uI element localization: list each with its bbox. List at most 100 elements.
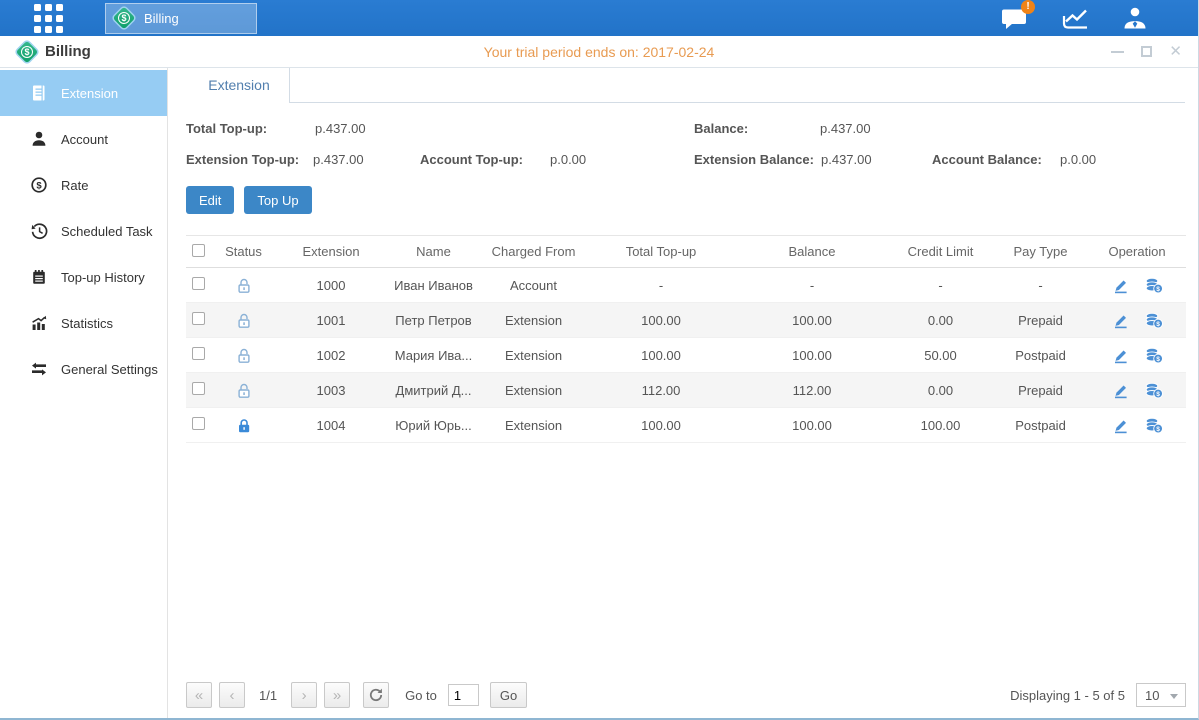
app-grid-menu-icon[interactable] <box>34 4 63 33</box>
edit-icon[interactable] <box>1112 347 1129 364</box>
notification-badge: ! <box>1021 0 1035 14</box>
table-header-row: Status Extension Name Charged From Total… <box>186 236 1186 268</box>
table-row: 1000 Иван Иванов Account - - - - <box>186 268 1186 303</box>
sidebar-item-topup-history[interactable]: Top-up History <box>0 254 167 300</box>
prev-page-button[interactable]: ‹ <box>219 682 245 708</box>
cell-charged-from: Account <box>481 268 586 303</box>
edit-icon[interactable] <box>1112 277 1129 294</box>
account-balance-label: Account Balance: <box>932 152 1042 167</box>
cell-name: Дмитрий Д... <box>386 373 481 408</box>
sidebar-item-label: Scheduled Task <box>61 224 153 239</box>
goto-page-input[interactable] <box>448 684 479 706</box>
taskbar-item-billing[interactable]: $ Billing <box>105 3 257 34</box>
cell-total-topup: 112.00 <box>586 373 736 408</box>
taskbar-item-label: Billing <box>144 11 179 26</box>
edit-icon[interactable] <box>1112 382 1129 399</box>
statistics-chart-icon[interactable] <box>1060 6 1090 31</box>
row-checkbox[interactable] <box>192 277 205 290</box>
next-page-button[interactable]: › <box>291 682 317 708</box>
account-person-icon <box>30 130 48 148</box>
topbar-status-icons: ! <box>1001 6 1148 31</box>
extension-table-wrap: Status Extension Name Charged From Total… <box>186 235 1198 443</box>
pagination-right: Displaying 1 - 5 of 5 10 <box>1010 683 1186 707</box>
col-credit-limit: Credit Limit <box>888 236 993 268</box>
action-buttons: Edit Top Up <box>186 186 1198 214</box>
go-button[interactable]: Go <box>490 682 527 708</box>
cell-extension: 1003 <box>276 373 386 408</box>
svg-text:$: $ <box>1156 356 1160 363</box>
statistics-bars-icon <box>30 314 48 332</box>
page-size-value: 10 <box>1145 688 1159 703</box>
svg-text:$: $ <box>1156 286 1160 293</box>
main-content: Extension Total Top-up: p.437.00 Balance… <box>168 68 1198 718</box>
col-operation: Operation <box>1088 236 1186 268</box>
close-icon[interactable]: ✕ <box>1169 46 1182 58</box>
last-page-button[interactable]: » <box>324 682 350 708</box>
maximize-icon[interactable] <box>1141 46 1152 57</box>
unlocked-icon <box>236 347 252 364</box>
topup-coins-icon[interactable]: $ <box>1145 277 1163 294</box>
sidebar-item-rate[interactable]: $ Rate <box>0 162 167 208</box>
cell-total-topup: 100.00 <box>586 408 736 443</box>
topup-coins-icon[interactable]: $ <box>1145 347 1163 364</box>
window-controls: ✕ <box>1111 46 1182 58</box>
cell-extension: 1001 <box>276 303 386 338</box>
col-pay-type: Pay Type <box>993 236 1088 268</box>
topup-button[interactable]: Top Up <box>244 186 311 214</box>
table-row: 1001 Петр Петров Extension 100.00 100.00… <box>186 303 1186 338</box>
table-row: 1003 Дмитрий Д... Extension 112.00 112.0… <box>186 373 1186 408</box>
unlocked-icon <box>236 277 252 294</box>
cell-name: Петр Петров <box>386 303 481 338</box>
trial-notice: Your trial period ends on: 2017-02-24 <box>0 44 1198 60</box>
first-page-button[interactable]: « <box>186 682 212 708</box>
pagination-bar: « ‹ 1/1 › » Go to Go Displaying 1 - 5 of… <box>186 682 1186 708</box>
sidebar-item-account[interactable]: Account <box>0 116 167 162</box>
topup-coins-icon[interactable]: $ <box>1145 382 1163 399</box>
select-all-checkbox[interactable] <box>192 244 205 257</box>
desktop-topbar: $ Billing ! <box>0 0 1198 36</box>
svg-text:$: $ <box>1156 426 1160 433</box>
window-title-group: $ Billing <box>16 41 91 63</box>
sidebar-item-general-settings[interactable]: General Settings <box>0 346 167 392</box>
page-size-select[interactable]: 10 <box>1136 683 1186 707</box>
tab-extension[interactable]: Extension <box>189 68 290 103</box>
total-topup-label: Total Top-up: <box>186 121 267 136</box>
total-topup-value: p.437.00 <box>315 121 366 136</box>
row-checkbox[interactable] <box>192 347 205 360</box>
extension-table: Status Extension Name Charged From Total… <box>186 235 1186 443</box>
table-row: 1002 Мария Ива... Extension 100.00 100.0… <box>186 338 1186 373</box>
row-checkbox[interactable] <box>192 417 205 430</box>
cell-balance: 100.00 <box>736 303 888 338</box>
cell-balance: 100.00 <box>736 408 888 443</box>
topup-coins-icon[interactable]: $ <box>1145 312 1163 329</box>
col-name: Name <box>386 236 481 268</box>
row-checkbox[interactable] <box>192 312 205 325</box>
cell-extension: 1004 <box>276 408 386 443</box>
sidebar-item-extension[interactable]: Extension <box>0 70 167 116</box>
edit-icon[interactable] <box>1112 312 1129 329</box>
messages-icon[interactable]: ! <box>1001 6 1028 30</box>
cell-name: Мария Ива... <box>386 338 481 373</box>
balance-value: p.437.00 <box>820 121 871 136</box>
topup-coins-icon[interactable]: $ <box>1145 417 1163 434</box>
cell-charged-from: Extension <box>481 303 586 338</box>
summary-row-1: Total Top-up: p.437.00 Balance: p.437.00 <box>186 115 1198 146</box>
sidebar: Extension Account $ Rate <box>0 68 168 718</box>
sidebar-item-scheduled-task[interactable]: Scheduled Task <box>0 208 167 254</box>
edit-button[interactable]: Edit <box>186 186 234 214</box>
cell-total-topup: 100.00 <box>586 303 736 338</box>
edit-icon[interactable] <box>1112 417 1129 434</box>
sidebar-item-statistics[interactable]: Statistics <box>0 300 167 346</box>
user-account-icon[interactable] <box>1122 6 1148 30</box>
unlocked-icon <box>236 312 252 329</box>
refresh-button[interactable] <box>363 682 389 708</box>
cell-charged-from: Extension <box>481 338 586 373</box>
billing-summary: Total Top-up: p.437.00 Balance: p.437.00… <box>186 103 1198 177</box>
col-charged-from: Charged From <box>481 236 586 268</box>
balance-label: Balance: <box>694 121 748 136</box>
sidebar-item-label: Account <box>61 132 108 147</box>
minimize-icon[interactable] <box>1111 51 1124 53</box>
account-topup-label: Account Top-up: <box>420 152 523 167</box>
svg-text:$: $ <box>1156 391 1160 398</box>
row-checkbox[interactable] <box>192 382 205 395</box>
